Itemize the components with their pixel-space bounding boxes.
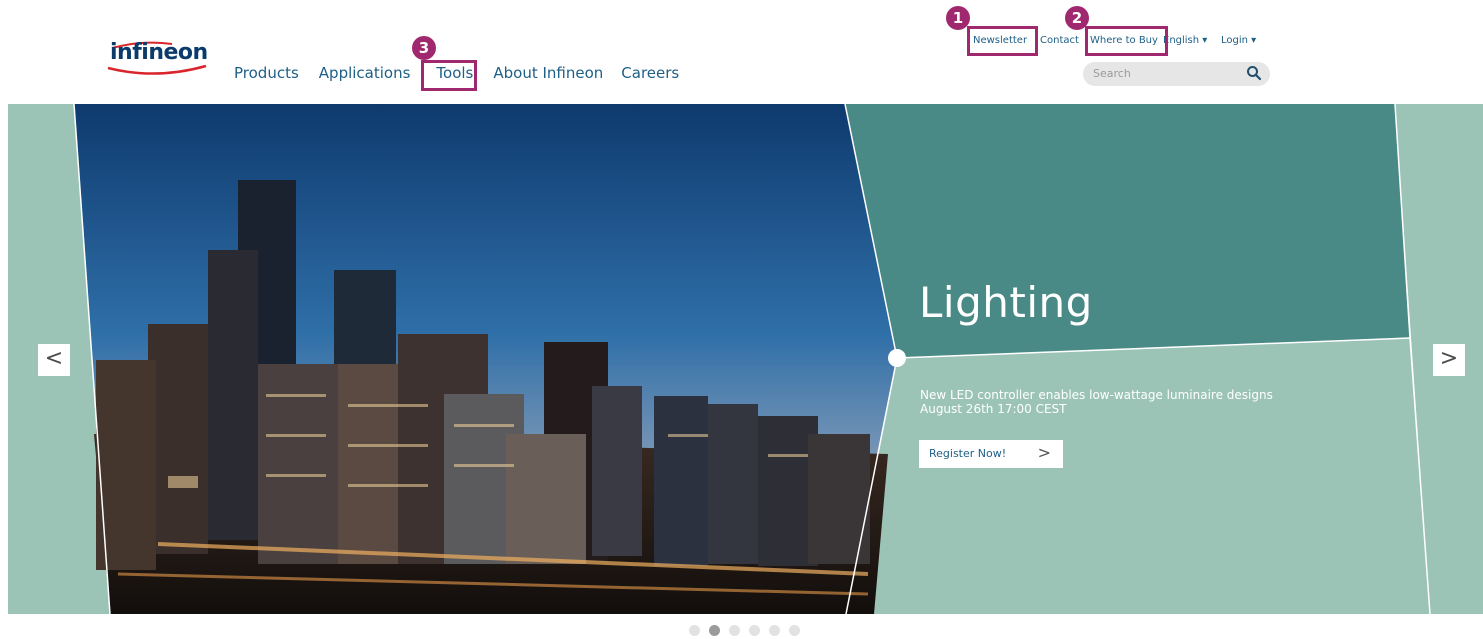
search-placeholder: Search [1093,67,1131,80]
carousel-pager [689,625,800,636]
hero-headline: Lighting [919,278,1093,327]
carousel-dot-active[interactable] [709,625,720,636]
carousel-dot[interactable] [689,625,700,636]
hero-carousel: < > [8,104,1483,614]
newsletter-highlight-box [967,26,1038,56]
where-to-buy-highlight-box [1085,26,1168,56]
next-slide-button[interactable]: > [1433,344,1465,376]
search-icon[interactable] [1246,65,1262,81]
hero-subtext: New LED controller enables low-wattage l… [920,388,1273,416]
nav-careers[interactable]: Careers [621,64,689,82]
nav-applications[interactable]: Applications [319,64,421,82]
logo-text: infineon [110,40,208,65]
search-box[interactable]: Search [1083,62,1270,86]
annotation-badge-3: 3 [412,36,436,60]
chevron-left-icon: < [44,346,64,371]
hero-subtext-line1: New LED controller enables low-wattage l… [920,388,1273,402]
hero-background [8,104,1483,614]
register-now-button[interactable]: Register Now! > [919,440,1063,468]
hero-subtext-line2: August 26th 17:00 CEST [920,402,1067,416]
chevron-right-icon: > [1037,443,1051,462]
annotation-badge-1: 1 [946,6,970,30]
carousel-dot[interactable] [769,625,780,636]
register-now-label: Register Now! [929,447,1007,460]
annotation-badge-2: 2 [1065,6,1089,30]
prev-slide-button[interactable]: < [38,344,70,376]
city-photo [74,104,897,614]
tools-highlight-box [421,60,477,91]
carousel-dot[interactable] [749,625,760,636]
login-menu[interactable]: Login ▾ [1221,35,1256,46]
carousel-dot[interactable] [789,625,800,636]
nav-products[interactable]: Products [234,64,309,82]
carousel-dot[interactable] [729,625,740,636]
chevron-right-icon: > [1439,346,1459,371]
nav-about[interactable]: About Infineon [493,64,613,82]
language-menu[interactable]: English ▾ [1163,35,1207,46]
contact-link[interactable]: Contact [1040,35,1079,46]
